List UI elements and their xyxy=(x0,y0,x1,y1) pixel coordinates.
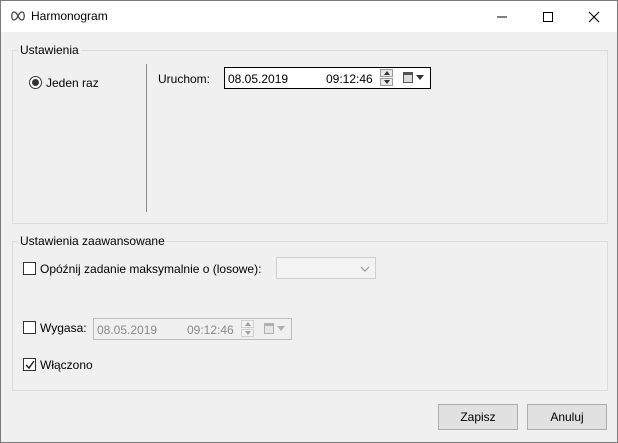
chevron-down-icon xyxy=(360,266,370,272)
cancel-button[interactable]: Anuluj xyxy=(527,404,607,430)
enabled-label[interactable]: Włączono xyxy=(40,358,93,372)
maximize-button[interactable] xyxy=(525,1,571,32)
close-button[interactable] xyxy=(571,1,617,32)
close-icon xyxy=(588,11,600,23)
save-button[interactable]: Zapisz xyxy=(438,404,518,430)
spin-down-icon[interactable] xyxy=(241,329,254,337)
vertical-divider xyxy=(146,64,147,212)
spin-down-icon[interactable] xyxy=(380,78,393,86)
expire-checkbox[interactable] xyxy=(23,321,36,334)
maximize-icon xyxy=(543,12,553,22)
harmonogram-window: Harmonogram Ustawienia Jeden raz Uruchom… xyxy=(0,0,618,443)
minimize-icon xyxy=(497,16,507,18)
delay-combobox[interactable] xyxy=(276,257,376,279)
checkmark-icon xyxy=(25,360,35,370)
run-label: Uruchom: xyxy=(158,72,211,86)
run-time-spinner[interactable] xyxy=(380,69,393,87)
expire-date-value[interactable]: 08.05.2019 xyxy=(97,323,157,337)
run-calendar-dropdown[interactable] xyxy=(403,71,427,85)
dropdown-arrow-icon xyxy=(277,326,285,331)
expire-time-value[interactable]: 09:12:46 xyxy=(187,323,234,337)
expire-calendar-dropdown[interactable] xyxy=(264,322,288,336)
expire-time-spinner[interactable] xyxy=(241,320,254,338)
spin-up-icon[interactable] xyxy=(380,69,393,77)
run-datetime-picker[interactable]: 08.05.2019 09:12:46 xyxy=(224,67,431,89)
expire-datetime-picker[interactable]: 08.05.2019 09:12:46 xyxy=(93,318,292,340)
advanced-settings-legend: Ustawienia zaawansowane xyxy=(18,234,167,248)
run-date-value[interactable]: 08.05.2019 xyxy=(228,72,288,86)
calendar-icon xyxy=(264,323,274,334)
enabled-checkbox[interactable] xyxy=(23,358,36,371)
delay-checkbox[interactable] xyxy=(23,262,36,275)
run-time-value[interactable]: 09:12:46 xyxy=(326,72,373,86)
delay-label[interactable]: Opóźnij zadanie maksymalnie o (losowe): xyxy=(40,262,261,276)
calendar-icon xyxy=(403,72,413,83)
spin-up-icon[interactable] xyxy=(241,320,254,328)
minimize-button[interactable] xyxy=(479,1,525,32)
title-bar[interactable]: Harmonogram xyxy=(1,1,617,32)
once-radio-label[interactable]: Jeden raz xyxy=(46,76,99,90)
infinity-icon xyxy=(11,11,25,21)
settings-group-legend: Ustawienia xyxy=(18,43,81,57)
dropdown-arrow-icon xyxy=(416,75,424,80)
once-radio[interactable] xyxy=(29,76,42,89)
window-title: Harmonogram xyxy=(31,9,108,23)
expire-label[interactable]: Wygasa: xyxy=(40,321,87,335)
